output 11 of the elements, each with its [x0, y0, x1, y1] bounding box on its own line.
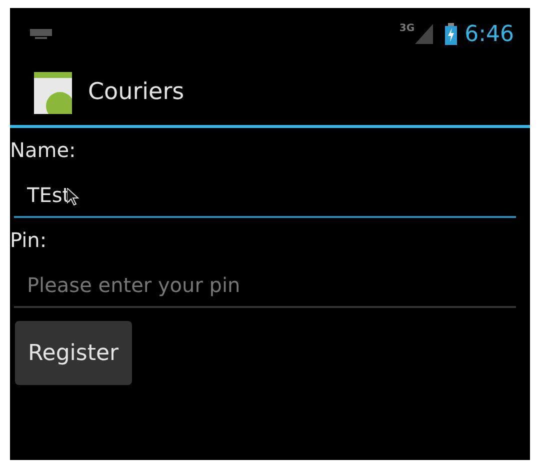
- field-label: Pin:: [10, 227, 47, 254]
- clock: 6:46: [464, 20, 514, 48]
- register-button[interactable]: Register: [15, 321, 132, 385]
- signal-icon: [414, 24, 433, 44]
- app-icon: [34, 72, 72, 114]
- app-title: Couriers: [88, 78, 184, 108]
- network-label: 3G: [399, 22, 415, 36]
- field-label: Name:: [10, 137, 76, 164]
- input-field[interactable]: Please enter your pin: [14, 264, 516, 308]
- keyboard-icon: [30, 29, 52, 39]
- battery-icon: [444, 23, 457, 45]
